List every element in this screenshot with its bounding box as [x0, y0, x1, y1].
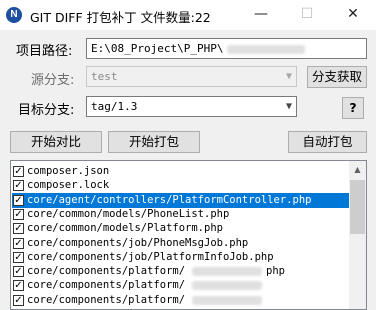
- checkbox[interactable]: ✓: [13, 180, 24, 192]
- file-list-item[interactable]: ✓ core/components/platform/: [12, 293, 350, 308]
- file-path: core/components/platform/: [27, 293, 186, 306]
- project-path-label: 项目路径:: [16, 44, 73, 59]
- target-branch-value: tag/1.3: [91, 100, 138, 113]
- file-path: core/components/platform/: [27, 265, 186, 278]
- file-path: composer.json: [27, 165, 110, 177]
- file-list-item[interactable]: ✓ core/common/models/Platform.php: [12, 221, 350, 236]
- help-button[interactable]: ?: [342, 97, 364, 119]
- auto-package-button[interactable]: 自动打包: [288, 131, 367, 153]
- file-list-item[interactable]: ✓ core/components/job/PhoneMsgJob.php: [12, 236, 350, 251]
- fetch-branch-button[interactable]: 分支获取: [307, 66, 367, 88]
- source-branch-label: 源分支:: [31, 73, 75, 88]
- file-list-item[interactable]: ✓ composer.json: [12, 164, 350, 179]
- file-list-item[interactable]: ✓ composer.lock: [12, 178, 350, 193]
- file-extension: php: [266, 265, 285, 278]
- file-path: core/common/models/Platform.php: [27, 222, 223, 235]
- chevron-down-icon: ▼: [285, 101, 292, 112]
- checkbox[interactable]: ✓: [13, 166, 24, 177]
- compare-button[interactable]: 开始对比: [10, 131, 102, 153]
- file-path: core/common/models/PhoneList.php: [27, 207, 230, 220]
- file-list[interactable]: ✓ composer.json ✓ composer.lock ✓ core/agent/…: [10, 160, 367, 310]
- minimize-button[interactable]: —: [238, 0, 284, 30]
- redacted-text: [192, 267, 262, 277]
- file-path: core/components/platform/: [27, 279, 186, 292]
- package-button[interactable]: 开始打包: [108, 131, 200, 153]
- checkbox[interactable]: ✓: [13, 280, 24, 292]
- file-list-item[interactable]: ✓ core/agent/controllers/PlatformControll…: [12, 192, 350, 208]
- title-bar: N GIT DIFF 打包补丁 文件数量:22 — ☐ ✕: [0, 0, 376, 30]
- redacted-text: [227, 44, 306, 54]
- target-branch-select[interactable]: tag/1.3 ▼: [86, 96, 297, 117]
- project-path-input[interactable]: E:\08_Project\P_PHP\: [86, 38, 367, 59]
- target-branch-label: 目标分支:: [18, 103, 75, 118]
- source-branch-value: test: [91, 70, 118, 83]
- checkbox[interactable]: ✓: [13, 223, 24, 235]
- file-path: core/components/job/PlatformInfoJob.php: [27, 250, 274, 263]
- file-list-item[interactable]: ✓ core/components/platform/php: [12, 264, 350, 279]
- file-list-item[interactable]: ✓ core/components/platform/: [12, 278, 350, 293]
- source-branch-select[interactable]: test ▼: [86, 66, 297, 87]
- checkbox[interactable]: ✓: [13, 194, 24, 206]
- checkbox[interactable]: ✓: [13, 237, 24, 249]
- scroll-up-arrow-icon[interactable]: ▲: [349, 161, 366, 178]
- project-path-value: E:\08_Project\P_PHP\: [91, 42, 224, 55]
- chevron-down-icon: ▼: [285, 71, 292, 82]
- scroll-thumb[interactable]: [350, 180, 365, 234]
- file-list-item[interactable]: ✓ core/components/job/PlatformInfoJob.php: [12, 250, 350, 265]
- close-button[interactable]: ✕: [330, 0, 376, 30]
- file-path: composer.lock: [27, 179, 110, 192]
- checkbox[interactable]: ✓: [13, 251, 24, 263]
- redacted-text: [192, 295, 262, 305]
- file-path: core/components/job/PhoneMsgJob.php: [27, 236, 249, 249]
- maximize-button[interactable]: ☐: [284, 0, 330, 30]
- app-icon: N: [6, 7, 22, 23]
- file-path: core/agent/controllers/PlatformControlle…: [27, 193, 312, 206]
- window-title: GIT DIFF 打包补丁 文件数量:22: [30, 10, 211, 25]
- vertical-scrollbar[interactable]: ▲: [349, 161, 366, 309]
- redacted-text: [192, 281, 262, 291]
- checkbox[interactable]: ✓: [13, 208, 24, 220]
- checkbox[interactable]: ✓: [13, 266, 24, 278]
- file-list-item[interactable]: ✓ core/common/models/PhoneList.php: [12, 207, 350, 222]
- checkbox[interactable]: ✓: [13, 294, 24, 306]
